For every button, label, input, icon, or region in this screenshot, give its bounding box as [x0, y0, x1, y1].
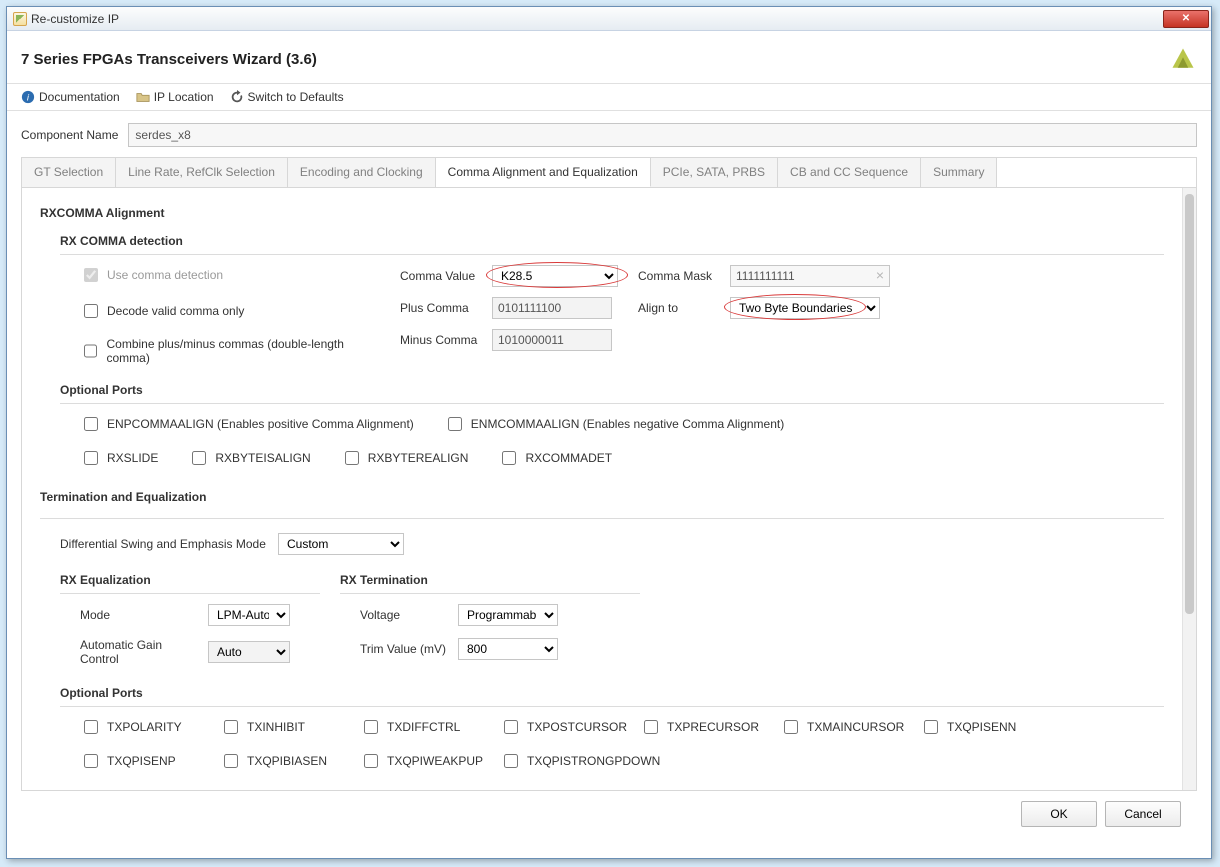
- documentation-link[interactable]: i Documentation: [21, 90, 120, 104]
- panel-scrollbar[interactable]: [1182, 188, 1196, 790]
- combine-commas-checkbox[interactable]: Combine plus/minus commas (double-length…: [80, 337, 380, 365]
- align-to-select[interactable]: Two Byte Boundaries: [730, 297, 880, 319]
- plus-comma-label: Plus Comma: [400, 301, 484, 315]
- ok-button[interactable]: OK: [1021, 801, 1097, 827]
- agc-select[interactable]: Auto: [208, 641, 290, 663]
- tabs: GT Selection Line Rate, RefClk Selection…: [21, 157, 1197, 187]
- rxslide-checkbox[interactable]: RXSLIDE: [80, 448, 158, 468]
- agc-label: Automatic Gain Control: [80, 638, 200, 666]
- rx-termination-title: RX Termination: [340, 573, 640, 587]
- rxcomma-alignment-title: RXCOMMA Alignment: [40, 206, 1164, 220]
- enpcommaalign-checkbox[interactable]: ENPCOMMAALIGN (Enables positive Comma Al…: [80, 414, 414, 434]
- rxeq-mode-select[interactable]: LPM-Auto: [208, 604, 290, 626]
- optional-ports2-title: Optional Ports: [60, 686, 1164, 700]
- minus-comma-input[interactable]: [492, 329, 612, 351]
- app-icon: [13, 12, 27, 26]
- header: 7 Series FPGAs Transceivers Wizard (3.6): [7, 31, 1211, 84]
- component-name-row: Component Name: [21, 123, 1197, 147]
- txqpibiasen-checkbox[interactable]: TXQPIBIASEN: [220, 751, 360, 771]
- rxbyterealign-checkbox[interactable]: RXBYTEREALIGN: [341, 448, 469, 468]
- panel: RXCOMMA Alignment RX COMMA detection Use…: [22, 188, 1182, 790]
- txqpiweakpup-checkbox[interactable]: TXQPIWEAKPUP: [360, 751, 500, 771]
- txdiffctrl-checkbox[interactable]: TXDIFFCTRL: [360, 717, 500, 737]
- titlebar[interactable]: Re-customize IP ✕: [7, 7, 1211, 31]
- termination-equalization-title: Termination and Equalization: [40, 490, 1164, 504]
- body: Component Name GT Selection Line Rate, R…: [7, 111, 1211, 837]
- switch-defaults-link[interactable]: Switch to Defaults: [230, 90, 344, 104]
- trim-value-select[interactable]: 800: [458, 638, 558, 660]
- decode-valid-comma-checkbox[interactable]: Decode valid comma only: [80, 301, 380, 321]
- page-title: 7 Series FPGAs Transceivers Wizard (3.6): [21, 51, 317, 68]
- txqpisenp-checkbox[interactable]: TXQPISENP: [80, 751, 220, 771]
- enmcommaalign-checkbox[interactable]: ENMCOMMAALIGN (Enables negative Comma Al…: [444, 414, 784, 434]
- tab-line-rate[interactable]: Line Rate, RefClk Selection: [116, 158, 288, 187]
- rx-comma-detection-title: RX COMMA detection: [60, 234, 1164, 248]
- minus-comma-label: Minus Comma: [400, 333, 484, 347]
- align-to-label: Align to: [638, 301, 722, 315]
- use-comma-detection-checkbox: Use comma detection: [80, 265, 380, 285]
- txpolarity-checkbox[interactable]: TXPOLARITY: [80, 717, 220, 737]
- ip-location-label: IP Location: [154, 90, 214, 104]
- txpostcursor-checkbox[interactable]: TXPOSTCURSOR: [500, 717, 640, 737]
- txinhibit-checkbox[interactable]: TXINHIBIT: [220, 717, 360, 737]
- txqpistrongpdown-checkbox[interactable]: TXQPISTRONGPDOWN: [500, 751, 670, 771]
- footer: OK Cancel: [21, 791, 1197, 837]
- window: Re-customize IP ✕ 7 Series FPGAs Transce…: [6, 6, 1212, 859]
- diff-swing-select[interactable]: Custom: [278, 533, 404, 555]
- refresh-icon: [230, 90, 244, 104]
- txqpisenn-checkbox[interactable]: TXQPISENN: [920, 717, 1060, 737]
- rxeq-mode-label: Mode: [80, 608, 200, 622]
- window-title: Re-customize IP: [31, 12, 119, 26]
- ip-location-link[interactable]: IP Location: [136, 90, 214, 104]
- rxbyteisalign-checkbox[interactable]: RXBYTEISALIGN: [188, 448, 310, 468]
- switch-defaults-label: Switch to Defaults: [248, 90, 344, 104]
- documentation-label: Documentation: [39, 90, 120, 104]
- rx-equalization-title: RX Equalization: [60, 573, 320, 587]
- tab-gt-selection[interactable]: GT Selection: [22, 158, 116, 187]
- trim-value-label: Trim Value (mV): [360, 642, 450, 656]
- panel-wrap: RXCOMMA Alignment RX COMMA detection Use…: [21, 187, 1197, 791]
- folder-icon: [136, 90, 150, 104]
- component-name-label: Component Name: [21, 128, 118, 142]
- plus-comma-input[interactable]: [492, 297, 612, 319]
- tab-cb-cc[interactable]: CB and CC Sequence: [778, 158, 921, 187]
- comma-mask-label: Comma Mask: [638, 269, 722, 283]
- window-close-button[interactable]: ✕: [1163, 10, 1209, 28]
- vendor-logo-icon: [1169, 45, 1197, 73]
- info-icon: i: [21, 90, 35, 104]
- diff-swing-label: Differential Swing and Emphasis Mode: [60, 537, 270, 551]
- tab-encoding[interactable]: Encoding and Clocking: [288, 158, 436, 187]
- tab-summary[interactable]: Summary: [921, 158, 997, 187]
- voltage-select[interactable]: Programmable: [458, 604, 558, 626]
- component-name-input[interactable]: [128, 123, 1197, 147]
- comma-mask-input[interactable]: [730, 265, 890, 287]
- optional-ports-title: Optional Ports: [60, 383, 1164, 397]
- cancel-button[interactable]: Cancel: [1105, 801, 1181, 827]
- rxcommadet-checkbox[interactable]: RXCOMMADET: [498, 448, 612, 468]
- txprecursor-checkbox[interactable]: TXPRECURSOR: [640, 717, 780, 737]
- voltage-label: Voltage: [360, 608, 450, 622]
- comma-value-select[interactable]: K28.5: [492, 265, 618, 287]
- tab-pcie[interactable]: PCIe, SATA, PRBS: [651, 158, 778, 187]
- txmaincursor-checkbox[interactable]: TXMAINCURSOR: [780, 717, 920, 737]
- toolbar: i Documentation IP Location Switch to De…: [7, 84, 1211, 111]
- comma-value-label: Comma Value: [400, 269, 484, 283]
- tab-comma-alignment[interactable]: Comma Alignment and Equalization: [436, 158, 651, 187]
